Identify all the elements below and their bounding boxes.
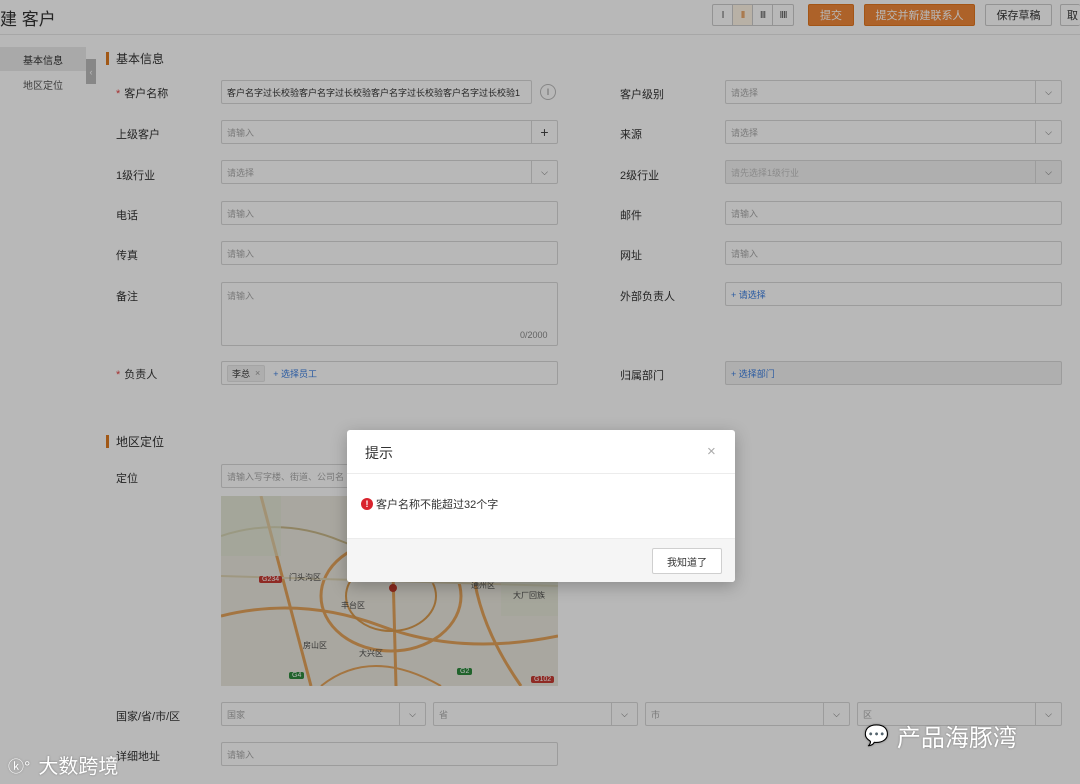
- confirm-button[interactable]: 我知道了: [652, 548, 722, 574]
- watermark-right: 💬 产品海豚湾: [864, 725, 1017, 752]
- alert-dialog: 提示 × ! 客户名称不能超过32个字 我知道了: [347, 430, 735, 582]
- modal-overlay[interactable]: [0, 0, 1080, 784]
- wechat-icon: 💬: [864, 725, 889, 747]
- close-icon[interactable]: ×: [707, 443, 716, 460]
- error-icon: !: [361, 498, 373, 510]
- dialog-title: 提示: [365, 445, 393, 461]
- dialog-message-text: 客户名称不能超过32个字: [376, 499, 499, 511]
- dialog-message: ! 客户名称不能超过32个字: [361, 496, 498, 512]
- dialog-divider: [347, 473, 735, 474]
- watermark-left: ⓚ° 大数跨境: [8, 750, 118, 779]
- watermark-logo-icon: ⓚ°: [8, 758, 31, 776]
